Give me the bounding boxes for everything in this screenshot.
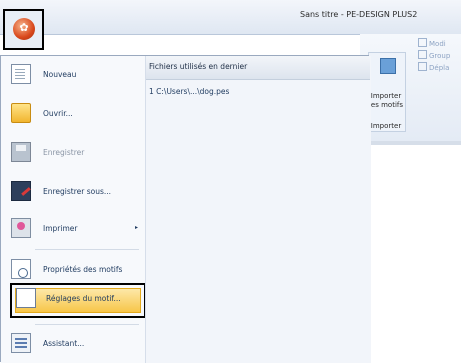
move-icon: [418, 62, 427, 71]
import-group-label: Importer: [370, 122, 402, 130]
ruler: [360, 141, 461, 145]
group-command[interactable]: Group: [418, 50, 450, 60]
modify-command[interactable]: Modi: [418, 38, 446, 48]
menu-item-print[interactable]: Imprimer ▸: [5, 213, 141, 243]
new-document-icon: [11, 64, 31, 84]
modify-icon: [418, 38, 427, 47]
menu-separator: [35, 324, 139, 325]
sewing-machine-icon: ✿: [19, 21, 29, 34]
properties-icon: [11, 259, 31, 279]
application-button-frame: ✿: [3, 9, 44, 50]
application-menu-button[interactable]: ✿: [13, 18, 35, 40]
open-folder-icon: [11, 103, 31, 123]
menu-item-new[interactable]: Nouveau: [5, 59, 141, 89]
menu-item-pattern-properties[interactable]: Propriétés des motifs: [5, 254, 141, 284]
title-bar: Sans titre - PE-DESIGN PLUS2: [0, 0, 461, 35]
save-as-icon: [11, 181, 31, 201]
ribbon: Importer les motifs Importer Modi Group …: [360, 34, 461, 142]
recent-file-item[interactable]: 1 C:\Users\...\dog.pes: [149, 87, 229, 96]
recent-files-title: Fichiers utilisés en dernier: [149, 62, 248, 71]
import-button-label: Importer: [370, 92, 402, 100]
menu-item-save-as[interactable]: Enregistrer sous...: [5, 176, 141, 206]
move-command[interactable]: Dépla: [418, 62, 449, 72]
menu-item-design-settings[interactable]: Réglages du motif...: [10, 283, 146, 318]
menu-item-wizard[interactable]: Assistant...: [5, 328, 141, 358]
design-settings-icon: [16, 288, 36, 308]
recent-files-header: Fichiers utilisés en dernier: [146, 56, 370, 80]
save-icon: [11, 142, 31, 162]
menu-separator: [35, 249, 139, 250]
design-canvas[interactable]: [360, 175, 461, 362]
wizard-icon: [11, 333, 31, 353]
recent-files-panel: Fichiers utilisés en dernier 1 C:\Users\…: [145, 56, 371, 363]
menu-commands: Nouveau Ouvrir... Enregistrer Enregistre…: [1, 56, 146, 363]
menu-item-save[interactable]: Enregistrer: [5, 137, 141, 167]
window-title: Sans titre - PE-DESIGN PLUS2: [300, 10, 418, 19]
submenu-arrow-icon: ▸: [135, 224, 139, 231]
print-icon: [11, 218, 31, 238]
import-icon: [380, 58, 396, 74]
application-menu: Nouveau Ouvrir... Enregistrer Enregistre…: [0, 55, 371, 363]
group-icon: [418, 50, 427, 59]
menu-item-open[interactable]: Ouvrir...: [5, 98, 141, 128]
import-button-label-2: les motifs: [368, 101, 404, 109]
